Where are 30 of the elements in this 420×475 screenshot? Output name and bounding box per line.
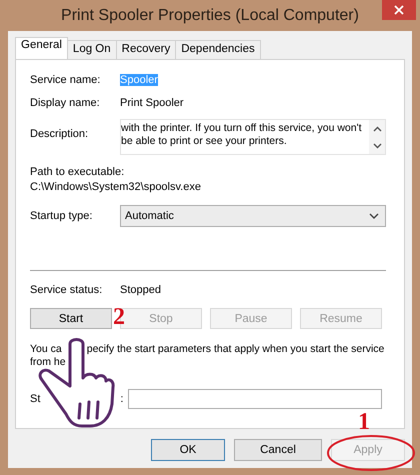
tab[interactable]: Dependencies bbox=[175, 40, 261, 59]
field-label: Display name: bbox=[30, 97, 101, 109]
field-label: Path to executable: bbox=[30, 166, 126, 178]
chevron-down-icon bbox=[369, 213, 379, 219]
hint-text: You ca bbox=[30, 343, 62, 356]
hint-text: pecify the start parameters that apply when you start the service bbox=[86, 343, 384, 356]
scroll-down-icon[interactable] bbox=[372, 142, 382, 148]
scroll-up-icon[interactable] bbox=[372, 126, 382, 132]
dialog-button[interactable]: OK bbox=[151, 439, 225, 461]
display-name-value: Print Spooler bbox=[120, 97, 184, 109]
start-parameters-field[interactable] bbox=[128, 389, 382, 409]
description-box[interactable]: with the printer. If you turn off this service, you won't be able to print or see your printers. bbox=[120, 119, 386, 155]
field-label: St bbox=[30, 393, 40, 405]
field-label: : bbox=[120, 393, 124, 405]
window-title: Print Spooler Properties (Local Computer) bbox=[61, 6, 359, 24]
service-button[interactable]: Start bbox=[30, 308, 112, 329]
dialog-button[interactable]: Cancel bbox=[234, 439, 322, 461]
step-number: 1 bbox=[358, 409, 370, 436]
tab[interactable]: General bbox=[15, 37, 68, 59]
field-label: Description: bbox=[30, 128, 90, 140]
service-name-value: Spooler bbox=[120, 74, 158, 86]
startup-type-dropdown[interactable]: Automatic bbox=[120, 205, 386, 227]
field-label: Service status: bbox=[30, 284, 104, 296]
service-status-value: Stopped bbox=[120, 284, 161, 296]
hint-text: from he bbox=[30, 356, 66, 369]
field-label: Startup type: bbox=[30, 210, 94, 222]
field-label: Service name: bbox=[30, 74, 102, 86]
close-icon bbox=[394, 5, 404, 15]
close-button[interactable] bbox=[382, 0, 416, 20]
path-value: C:\Windows\System32\spoolsv.exe bbox=[30, 181, 202, 193]
